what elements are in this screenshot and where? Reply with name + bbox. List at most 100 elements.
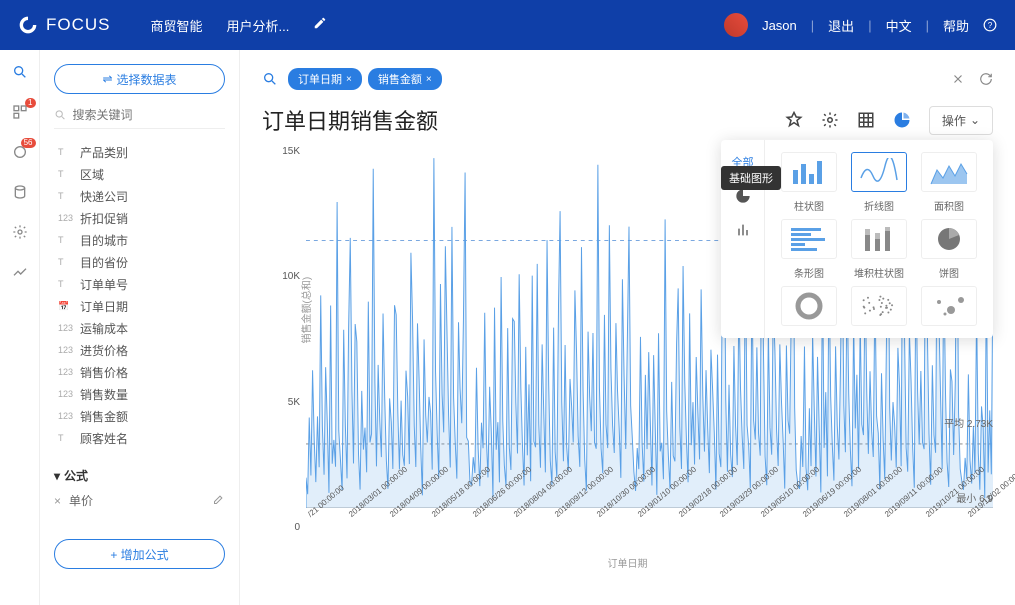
table-icon[interactable] (857, 111, 875, 129)
chart-type-label: 堆积柱状图 (854, 265, 904, 280)
pill-order-date[interactable]: 订单日期× (288, 68, 362, 90)
gallery-grid: 柱状图 折线图 面积图条形图 堆积柱状图 饼图 (765, 140, 993, 338)
pill-close-icon[interactable]: × (426, 74, 432, 85)
chart-thumb (851, 286, 907, 326)
chart-thumb (921, 152, 977, 192)
badge-2: 56 (21, 138, 36, 148)
chart-type-card[interactable] (847, 286, 911, 326)
query-search-icon[interactable] (262, 71, 278, 87)
help-icon[interactable]: ? (983, 18, 997, 32)
sidebar-search[interactable] (54, 108, 225, 129)
lang-switch[interactable]: 中文 (886, 16, 912, 35)
chart-title: 订单日期销售金额 (262, 104, 438, 136)
chart-type-card[interactable]: 饼图 (917, 219, 981, 280)
brand-text: FOCUS (46, 15, 111, 35)
field-item[interactable]: T快递公司 (58, 185, 225, 207)
formula-section-title: ▾公式 (54, 467, 225, 484)
header-right: Jason | 退出 | 中文 | 帮助 ? (724, 13, 997, 37)
field-item[interactable]: T订单单号 (58, 273, 225, 295)
help-link[interactable]: 帮助 (943, 16, 969, 35)
pill-sales-amount[interactable]: 销售金额× (368, 68, 442, 90)
chart-title-row: 订单日期销售金额 操作⌄ (262, 104, 993, 136)
field-item[interactable]: 123运输成本 (58, 317, 225, 339)
gallery-tab-pie-icon[interactable] (735, 188, 751, 204)
sidebar-search-input[interactable] (72, 108, 225, 122)
field-item[interactable]: 123进货价格 (58, 339, 225, 361)
avatar[interactable] (724, 13, 748, 37)
chart-type-card[interactable] (777, 286, 841, 326)
chart-type-card[interactable]: 柱状图 (777, 152, 841, 213)
chart-type-label: 饼图 (939, 265, 959, 280)
logout-link[interactable]: 退出 (828, 16, 854, 35)
badge-1: 1 (25, 98, 35, 108)
remove-formula-icon[interactable]: × (54, 494, 61, 508)
field-item[interactable]: T目的省份 (58, 251, 225, 273)
chart-type-label: 条形图 (794, 265, 824, 280)
edit-icon[interactable] (313, 16, 327, 30)
chart-type-label: 面积图 (934, 198, 964, 213)
field-item[interactable]: 📅订单日期 (58, 295, 225, 317)
chart-thumb (921, 286, 977, 326)
gallery-tab-bar-icon[interactable] (735, 222, 751, 238)
chart-thumb (781, 286, 837, 326)
left-rail: 1 56 (0, 50, 40, 605)
brand-logo: FOCUS (18, 15, 111, 35)
chart-type-card[interactable]: 条形图 (777, 219, 841, 280)
sidebar: ⇌选择数据表 T产品类别T区域T快递公司123折扣促销T目的城市T目的省份T订单… (40, 50, 240, 605)
nav-user-analysis[interactable]: 用户分析... (227, 16, 290, 35)
rail-data-icon[interactable] (10, 182, 30, 202)
select-table-button[interactable]: ⇌选择数据表 (54, 64, 225, 94)
chart-thumb (781, 219, 837, 259)
field-item[interactable]: T区域 (58, 163, 225, 185)
chart-thumb (851, 152, 907, 192)
pin-icon[interactable] (785, 111, 803, 129)
chart-type-card[interactable] (917, 286, 981, 326)
x-axis-labels: /21 00:00:002018/03/01 00:00:002018/04/0… (306, 508, 993, 558)
rail-dashboard-icon[interactable]: 1 (10, 102, 30, 122)
gear-icon[interactable] (821, 111, 839, 129)
chart-type-icon[interactable] (893, 111, 911, 129)
chart-actions: 操作⌄ (785, 106, 993, 135)
rail-trend-icon[interactable] (10, 262, 30, 282)
chart-type-card[interactable]: 折线图 (847, 152, 911, 213)
chart-thumb (851, 219, 907, 259)
edit-formula-icon[interactable] (213, 493, 225, 508)
rail-settings-icon[interactable] (10, 222, 30, 242)
field-item[interactable]: T目的城市 (58, 229, 225, 251)
rail-alerts-icon[interactable]: 56 (10, 142, 30, 162)
x-axis-title: 订单日期 (608, 555, 648, 570)
nav-bi[interactable]: 商贸智能 (151, 16, 203, 35)
clear-query-icon[interactable] (951, 72, 965, 86)
field-item[interactable]: T产品类别 (58, 141, 225, 163)
field-item[interactable]: 123销售数量 (58, 383, 225, 405)
pill-close-icon[interactable]: × (346, 74, 352, 85)
actions-dropdown[interactable]: 操作⌄ (929, 106, 993, 135)
formula-item[interactable]: × 单价 (54, 492, 225, 509)
field-list: T产品类别T区域T快递公司123折扣促销T目的城市T目的省份T订单单号📅订单日期… (54, 141, 225, 449)
field-item[interactable]: 123销售金额 (58, 405, 225, 427)
username[interactable]: Jason (762, 18, 797, 33)
query-bar-right (951, 72, 993, 86)
field-item[interactable]: 123销售价格 (58, 361, 225, 383)
svg-text:?: ? (988, 21, 993, 30)
field-item[interactable]: 123折扣促销 (58, 207, 225, 229)
chart-type-card[interactable]: 堆积柱状图 (847, 219, 911, 280)
app-header: FOCUS 商贸智能 用户分析... Jason | 退出 | 中文 | 帮助 … (0, 0, 1015, 50)
formula-name: 单价 (69, 492, 93, 509)
refresh-icon[interactable] (979, 72, 993, 86)
chart-type-tooltip: 基础图形 (721, 166, 781, 190)
search-icon (54, 108, 66, 122)
chart-thumb (781, 152, 837, 192)
top-nav: 商贸智能 用户分析... (151, 16, 328, 35)
chart-thumb (921, 219, 977, 259)
focus-logo-icon (18, 15, 38, 35)
query-pill-bar: 订单日期× 销售金额× (262, 68, 993, 90)
add-formula-button[interactable]: + 增加公式 (54, 539, 225, 569)
rail-search-icon[interactable] (10, 62, 30, 82)
y-axis: 销售金额(总和) 15K 10K 5K 0 (280, 146, 300, 526)
chart-type-card[interactable]: 面积图 (917, 152, 981, 213)
chart-type-label: 折线图 (864, 198, 894, 213)
avg-annotation: 平均 2.73K (944, 415, 993, 430)
chart-type-label: 柱状图 (794, 198, 824, 213)
field-item[interactable]: T顾客姓名 (58, 427, 225, 449)
